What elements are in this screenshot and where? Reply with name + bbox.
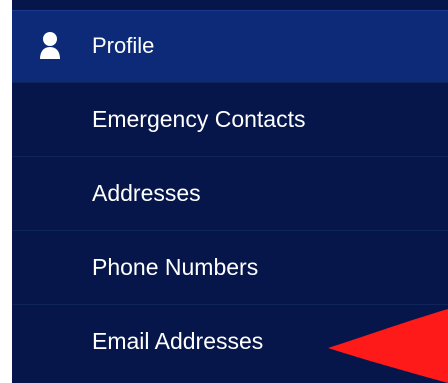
menu-item-phone-numbers-label: Phone Numbers (92, 254, 259, 280)
menu-item-profile[interactable]: Profile (12, 10, 448, 82)
menu-item-email-addresses-label: Email Addresses (92, 328, 264, 354)
menu-item-addresses[interactable]: Addresses (12, 156, 448, 230)
left-edge-marker (0, 365, 6, 383)
menu-item-addresses-label: Addresses (92, 180, 201, 206)
menu-item-phone-numbers[interactable]: Phone Numbers (12, 230, 448, 304)
menu-item-emergency-contacts[interactable]: Emergency Contacts (12, 82, 448, 156)
menu-item-profile-label: Profile (92, 33, 155, 58)
user-icon (40, 32, 60, 59)
menu-item-emergency-contacts-label: Emergency Contacts (92, 106, 306, 132)
profile-navigation-menu: Profile Emergency Contacts Addresses Pho… (12, 0, 448, 383)
menu-item-email-addresses[interactable]: Email Addresses (12, 304, 448, 378)
screenshot-canvas: Profile Emergency Contacts Addresses Pho… (0, 0, 448, 383)
